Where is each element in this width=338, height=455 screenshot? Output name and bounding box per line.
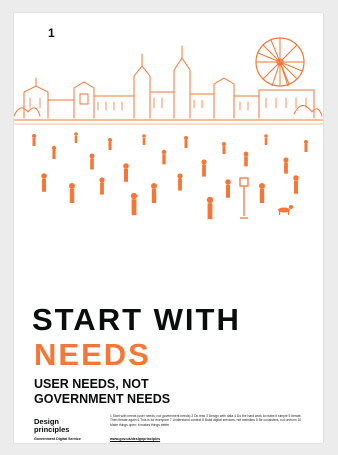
horse-guards-parade-illustration <box>14 37 323 220</box>
logo-title: Design principles <box>34 417 70 435</box>
logo-organisation: Government Digital Service <box>34 436 81 441</box>
poster-title-line2: NEEDS <box>34 337 151 372</box>
principles-list: 1 Start with needs (user needs, not gove… <box>110 414 302 427</box>
poster-title-line1: START WITH <box>32 302 241 337</box>
design-principles-logo: Design principles Government Digital Ser… <box>34 417 81 441</box>
design-principles-link[interactable]: www.gov.uk/designprinciples <box>110 437 160 441</box>
poster-subtitle: USER NEEDS, NOT GOVERNMENT NEEDS <box>34 377 171 406</box>
